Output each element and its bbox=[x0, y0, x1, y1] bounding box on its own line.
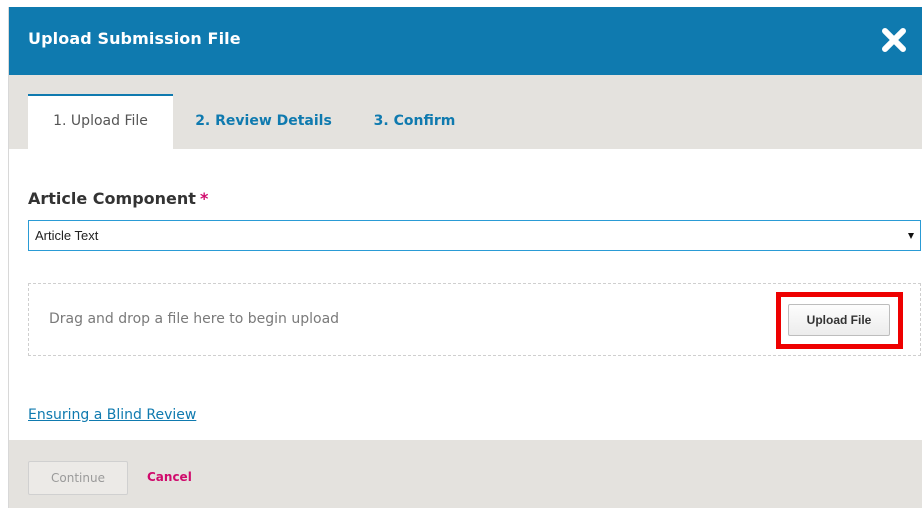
article-component-label: Article Component * bbox=[28, 189, 208, 208]
cancel-link[interactable]: Cancel bbox=[147, 470, 192, 484]
tab-upload-file[interactable]: 1. Upload File bbox=[28, 94, 173, 149]
modal-header: Upload Submission File bbox=[9, 7, 922, 75]
blind-review-link[interactable]: Ensuring a Blind Review bbox=[28, 407, 196, 423]
wizard-tabs: 1. Upload File 2. Review Details 3. Conf… bbox=[9, 75, 922, 149]
upload-file-button[interactable]: Upload File bbox=[788, 304, 890, 336]
required-marker: * bbox=[199, 189, 209, 208]
dropzone-instructions: Drag and drop a file here to begin uploa… bbox=[49, 311, 340, 327]
dropdown-arrow-icon bbox=[908, 233, 914, 239]
article-component-label-text: Article Component bbox=[28, 189, 196, 208]
tab-review-details[interactable]: 2. Review Details bbox=[195, 94, 332, 149]
article-component-selected-value: Article Text bbox=[35, 228, 99, 243]
article-component-select[interactable]: Article Text bbox=[28, 220, 921, 251]
upload-submission-modal: Upload Submission File 1. Upload File 2.… bbox=[8, 7, 922, 508]
tab-confirm[interactable]: 3. Confirm bbox=[372, 94, 457, 149]
close-icon[interactable] bbox=[879, 25, 909, 55]
modal-footer: Continue Cancel bbox=[9, 440, 922, 508]
modal-title: Upload Submission File bbox=[28, 29, 241, 48]
continue-button[interactable]: Continue bbox=[28, 461, 128, 495]
